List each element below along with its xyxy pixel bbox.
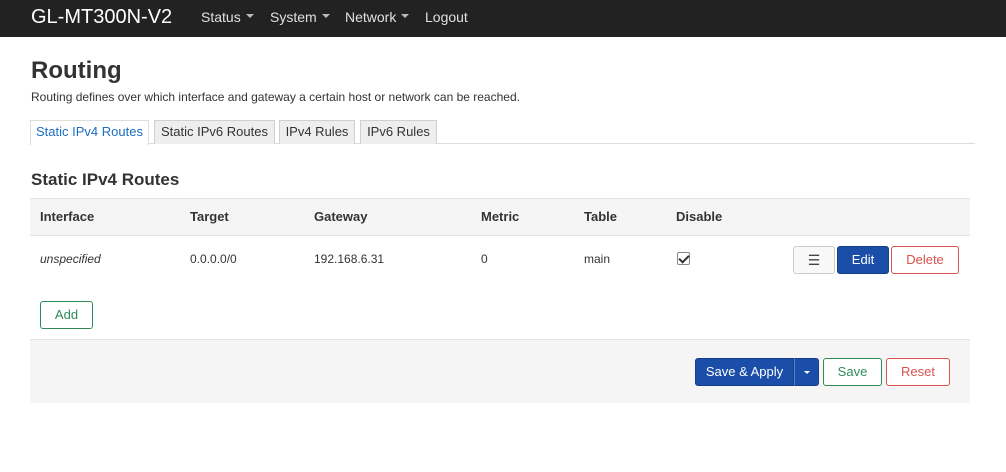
chevron-down-icon xyxy=(321,14,330,19)
cell-metric: 0 xyxy=(481,252,488,266)
cell-interface: unspecified xyxy=(40,252,101,266)
column-header-metric: Metric xyxy=(481,209,520,224)
tab-ipv4-rules[interactable]: IPv4 Rules xyxy=(279,120,355,144)
column-header-table: Table xyxy=(584,209,617,224)
column-header-interface: Interface xyxy=(40,209,95,224)
nav-system-menu[interactable]: System xyxy=(270,9,330,25)
tab-static-ipv4-routes[interactable]: Static IPv4 Routes xyxy=(30,120,149,145)
page-title: Routing xyxy=(31,57,122,84)
nav-logout-link[interactable]: Logout xyxy=(425,9,468,25)
disable-checkbox[interactable] xyxy=(677,252,690,265)
nav-status-label: Status xyxy=(201,9,241,25)
nav-network-menu[interactable]: Network xyxy=(345,9,410,25)
chevron-down-icon xyxy=(245,14,254,19)
brand-title[interactable]: GL-MT300N-V2 xyxy=(31,5,172,29)
table-header: Interface Target Gateway Metric Table Di… xyxy=(30,198,970,236)
drag-handle-button[interactable]: ☰ xyxy=(793,246,835,274)
delete-button[interactable]: Delete xyxy=(891,246,959,274)
chevron-down-icon xyxy=(401,14,410,19)
drag-handle-icon: ☰ xyxy=(807,252,821,268)
reset-button[interactable]: Reset xyxy=(886,358,950,386)
column-header-disable: Disable xyxy=(676,209,723,224)
form-actions-bar: Save & Apply Save Reset xyxy=(30,339,970,403)
add-button[interactable]: Add xyxy=(40,301,93,329)
tab-bar: Static IPv4 Routes Static IPv6 Routes IP… xyxy=(30,120,975,145)
column-header-target: Target xyxy=(190,209,229,224)
page-description: Routing defines over which interface and… xyxy=(31,90,520,104)
tab-static-ipv6-routes[interactable]: Static IPv6 Routes xyxy=(154,120,275,144)
save-apply-button[interactable]: Save & Apply xyxy=(695,358,794,386)
nav-logout-label: Logout xyxy=(425,9,468,25)
table-row: unspecified 0.0.0.0/0 192.168.6.31 0 mai… xyxy=(30,236,970,284)
save-apply-dropdown-toggle[interactable] xyxy=(794,358,819,386)
edit-button[interactable]: Edit xyxy=(837,246,889,274)
section-title: Static IPv4 Routes xyxy=(31,170,180,189)
cell-gateway: 192.168.6.31 xyxy=(314,252,385,266)
cell-target: 0.0.0.0/0 xyxy=(190,252,237,266)
column-header-gateway: Gateway xyxy=(314,209,368,224)
cell-table: main xyxy=(584,252,611,266)
save-button[interactable]: Save xyxy=(823,358,882,386)
nav-network-label: Network xyxy=(345,9,397,25)
top-navbar: GL-MT300N-V2 Status System Network Logou… xyxy=(0,0,1006,37)
tab-ipv6-rules[interactable]: IPv6 Rules xyxy=(360,120,437,144)
nav-system-label: System xyxy=(270,9,317,25)
nav-status-menu[interactable]: Status xyxy=(201,9,254,25)
